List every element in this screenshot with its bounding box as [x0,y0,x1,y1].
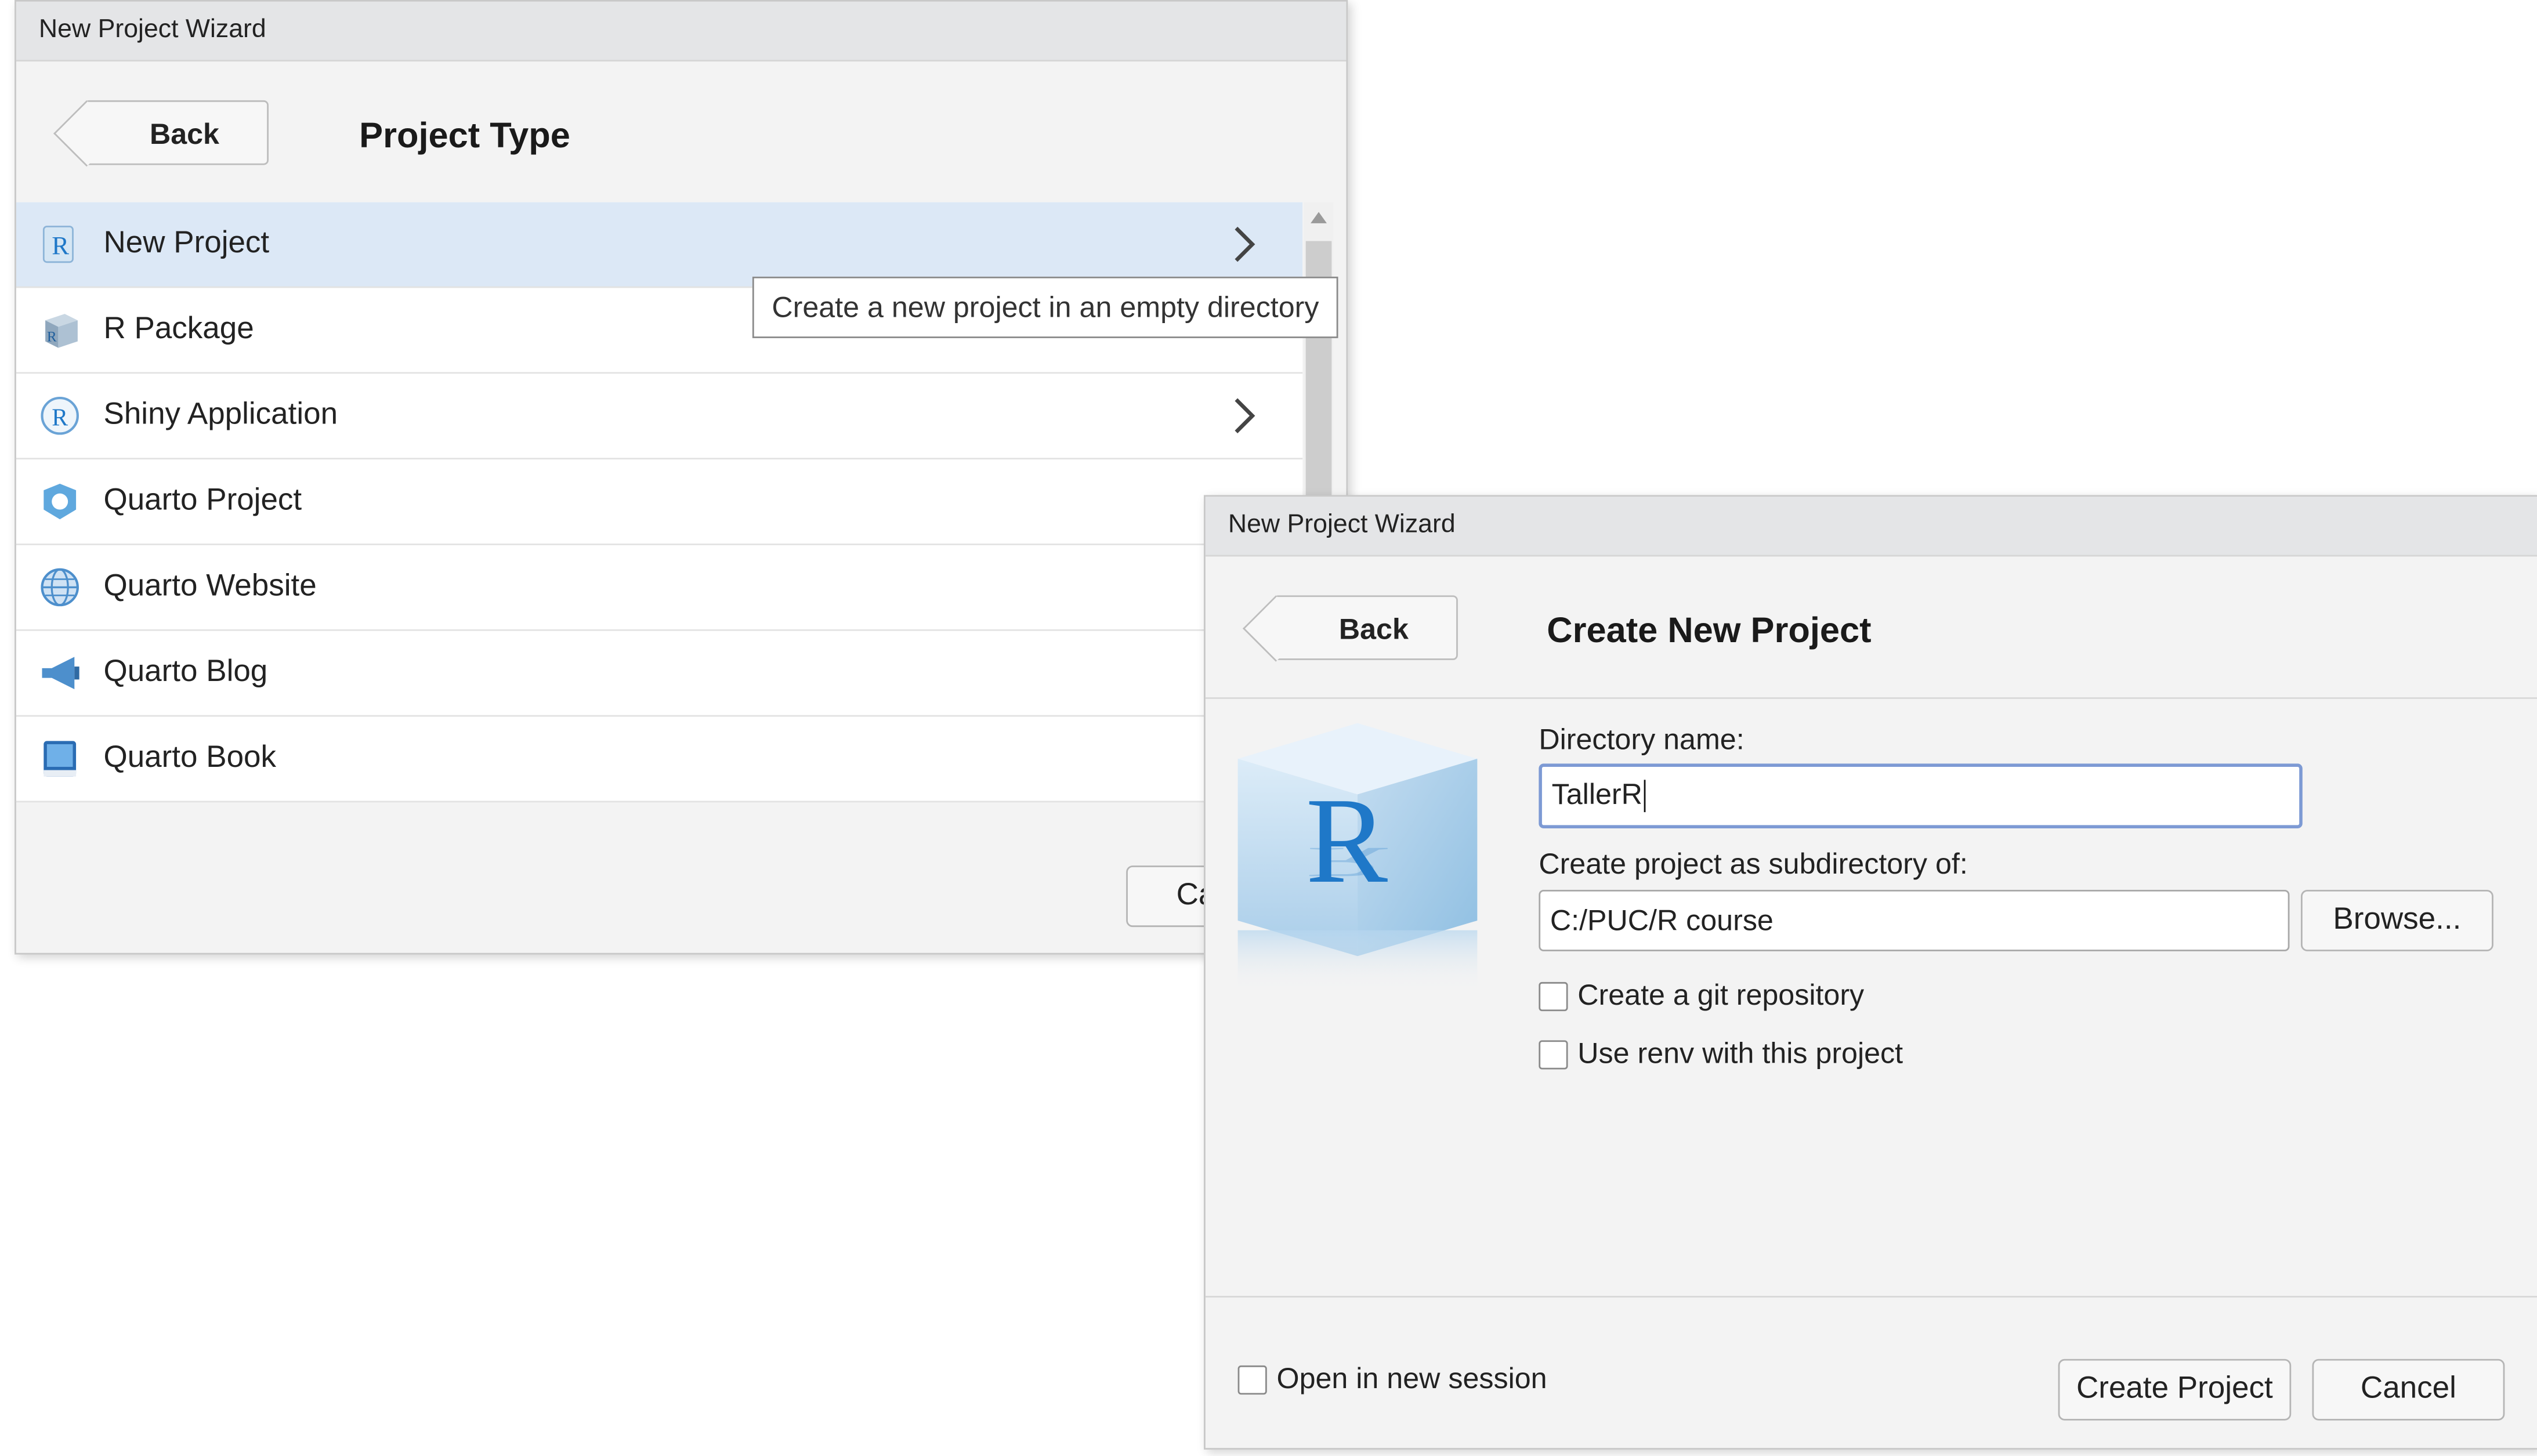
back-button[interactable]: Back [1242,595,1458,662]
browse-button[interactable]: Browse... [2300,889,2493,951]
svg-text:R: R [52,405,68,432]
create-project-button-label: Create Project [2076,1372,2273,1406]
tooltip: Create a new project in an empty directo… [752,276,1338,338]
list-item-label: New Project [103,226,270,261]
r-logo: R R [1237,723,1478,992]
quarto-project-icon [44,483,77,520]
subdirectory-input[interactable]: C:/PUC/R course [1539,889,2290,951]
git-repository-label: Create a git repository [1577,979,1865,1012]
directory-name-label: Directory name: [1539,723,1745,756]
svg-text:R: R [47,329,57,345]
svg-text:R: R [1306,838,1388,886]
browse-button-label: Browse... [2333,903,2462,937]
header-divider [1205,697,2537,699]
globe-icon [41,568,79,607]
create-project-button[interactable]: Create Project [2058,1359,2292,1421]
back-button[interactable]: Back [53,100,269,167]
dialog-titlebar: New Project Wizard [1205,497,2537,557]
r-package-icon: R [45,314,78,348]
new-session-checkbox[interactable] [1237,1365,1267,1395]
create-project-dialog: New Project Wizard Back Create New Proje… [1204,495,2537,1450]
text-caret [1644,780,1646,813]
directory-name-value: TallerR [1551,778,1642,811]
list-item-quarto-blog[interactable]: Quarto Blog [16,631,1303,717]
dialog-titlebar: New Project Wizard [16,1,1347,61]
project-type-dialog: New Project Wizard Back Project Type R N… [15,0,1348,955]
back-button-label: Back [1338,613,1409,646]
list-item-label: Quarto Website [103,569,317,604]
new-session-label: Open in new session [1276,1362,1547,1395]
renv-checkbox[interactable] [1539,1040,1568,1070]
r-project-icon: R [42,226,74,263]
renv-label: Use renv with this project [1577,1037,1903,1070]
page-title: Create New Project [1547,610,1872,651]
footer-divider [1205,1295,2537,1298]
directory-name-input[interactable]: TallerR [1539,763,2303,828]
list-item-shiny-application[interactable]: R Shiny Application [16,374,1303,460]
git-repository-checkbox[interactable] [1539,981,1568,1012]
scroll-up-arrow-icon[interactable] [1311,212,1327,223]
megaphone-icon [42,657,79,690]
list-item-quarto-book[interactable]: Quarto Book [16,716,1303,803]
list-item-label: Quarto Book [103,741,277,775]
cancel-button-label: Cancel [2360,1372,2456,1406]
list-item-label: Quarto Project [103,483,302,518]
page-title: Project Type [359,115,570,155]
back-button-label: Back [149,118,219,151]
chevron-right-icon [1235,226,1255,262]
svg-text:R: R [52,231,69,260]
list-item-label: R Package [103,312,254,346]
cancel-button[interactable]: Cancel [2312,1359,2505,1421]
subdirectory-label: Create project as subdirectory of: [1539,847,1968,881]
list-item-label: Shiny Application [103,398,338,432]
chevron-right-icon [1235,398,1255,434]
list-item-quarto-website[interactable]: Quarto Website [16,545,1303,631]
list-item-new-project[interactable]: R New Project [16,202,1303,288]
book-icon [44,741,77,777]
list-item-label: Quarto Blog [103,655,268,690]
subdirectory-value: C:/PUC/R course [1550,904,1774,937]
shiny-icon: R [41,397,79,435]
list-item-quarto-project[interactable]: Quarto Project [16,459,1303,545]
